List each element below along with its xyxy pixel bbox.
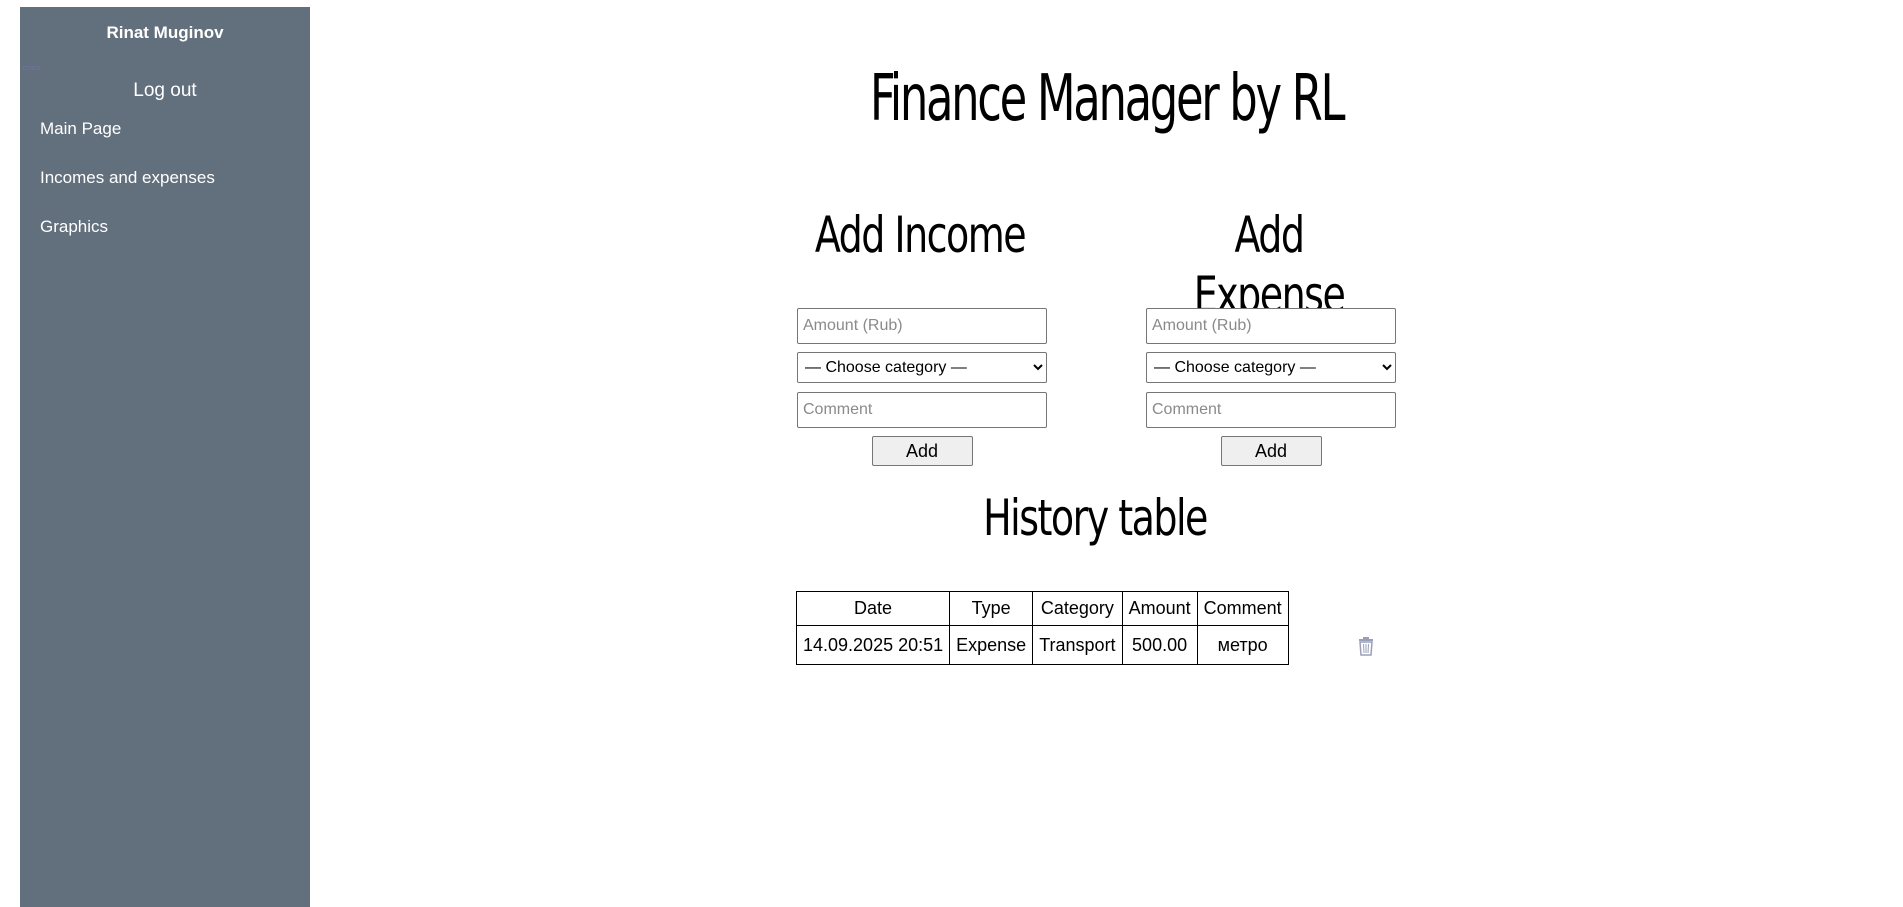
column-header-amount: Amount bbox=[1121, 591, 1198, 626]
add-income-button[interactable]: Add bbox=[871, 436, 973, 466]
column-header-date: Date bbox=[795, 591, 951, 626]
add-income-title: Add Income bbox=[814, 206, 1027, 264]
cell-category: Transport bbox=[1032, 625, 1123, 665]
sidebar-item-graphics[interactable]: Graphics bbox=[40, 217, 215, 266]
expense-form: — Choose category — Add bbox=[1146, 308, 1396, 466]
page-title: Finance Manager by RL bbox=[869, 62, 1346, 136]
add-expense-button[interactable]: Add bbox=[1220, 436, 1322, 466]
cell-type: Expense bbox=[949, 625, 1034, 665]
cell-date: 14.09.2025 20:51 bbox=[795, 625, 951, 665]
income-comment-input[interactable] bbox=[797, 392, 1047, 428]
sidebar-item-main-page[interactable]: Main Page bbox=[40, 119, 215, 168]
table-row: 14.09.2025 20:51 Expense Transport 500.0… bbox=[795, 625, 1289, 665]
broken-image-icon: ▭▭ bbox=[22, 63, 41, 74]
expense-amount-input[interactable] bbox=[1146, 308, 1396, 344]
column-header-category: Category bbox=[1032, 591, 1123, 626]
sidebar-item-incomes-and-expenses[interactable]: Incomes and expenses bbox=[40, 168, 215, 217]
table-header-row: Date Type Category Amount Comment bbox=[795, 591, 1289, 626]
column-header-comment: Comment bbox=[1196, 591, 1289, 626]
cell-amount: 500.00 bbox=[1121, 625, 1198, 665]
cell-comment: метро bbox=[1196, 625, 1289, 665]
expense-comment-input[interactable] bbox=[1146, 392, 1396, 428]
sidebar-nav: Main Page Incomes and expenses Graphics bbox=[40, 119, 215, 266]
income-category-select[interactable]: — Choose category — bbox=[797, 352, 1047, 383]
history-title: History table bbox=[983, 489, 1208, 547]
income-form: — Choose category — Add bbox=[797, 308, 1047, 466]
username: Rinat Muginov bbox=[106, 23, 224, 42]
expense-category-select[interactable]: — Choose category — bbox=[1146, 352, 1396, 383]
logout-link[interactable]: Log out bbox=[20, 80, 310, 102]
income-amount-input[interactable] bbox=[797, 308, 1047, 344]
column-header-type: Type bbox=[949, 591, 1034, 626]
add-expense-title: Add Expense bbox=[1193, 206, 1346, 324]
sidebar: Rinat Muginov ▭▭ Log out Main Page Incom… bbox=[20, 7, 310, 907]
history-table: Date Type Category Amount Comment 14.09.… bbox=[795, 591, 1289, 665]
trash-icon[interactable] bbox=[1356, 636, 1376, 656]
